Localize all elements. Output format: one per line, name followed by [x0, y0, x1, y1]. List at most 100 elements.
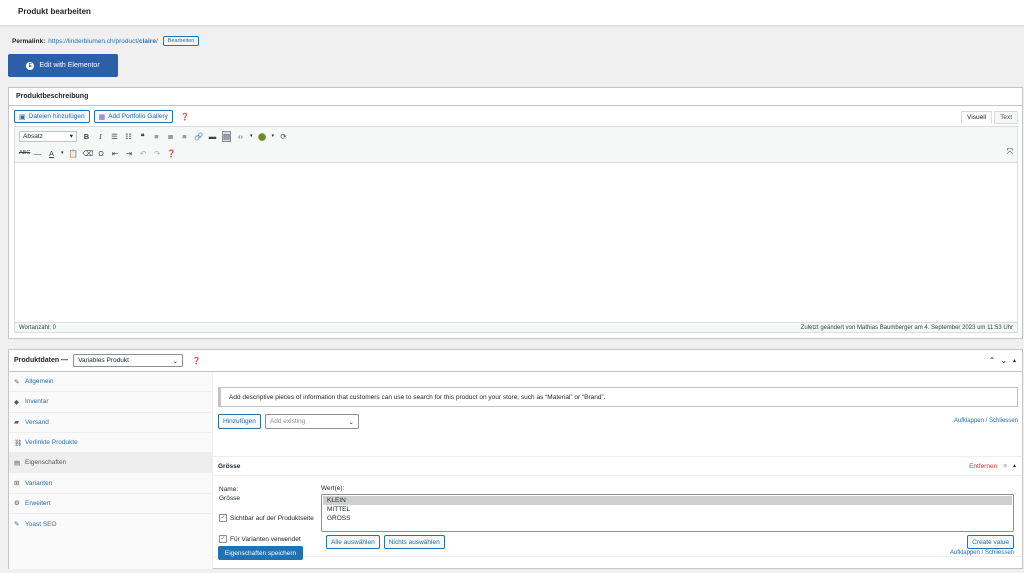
tab-allgemein[interactable]: ✎ Allgemein [9, 372, 212, 393]
tab-verlinkte-produkte[interactable]: ⛓ Verlinkte Produkte [9, 433, 212, 454]
divider [213, 556, 1022, 557]
add-media-button[interactable]: ▣ Dateien hinzufügen [14, 110, 90, 123]
media-icon: ▣ [19, 113, 26, 121]
remove-attribute-link[interactable]: Entfernen [969, 463, 997, 470]
chevron-down-icon[interactable]: ⌄ [1000, 356, 1007, 365]
numbered-list-icon[interactable]: ☷ [124, 132, 133, 141]
help-icon[interactable]: ❓ [181, 113, 190, 121]
word-count: Wortanzahl: 0 [19, 324, 56, 331]
editor: Absatz ▾ B I ☰ ☷ ❝ ≡ ≣ ≡ 🔗 ▬ ▤ ‹› ▾ ⬤ ▾ ⟳ A… [14, 126, 1018, 333]
expand-link[interactable]: Aufklappen [954, 418, 984, 424]
tab-visual[interactable]: Visuell [961, 111, 993, 124]
bullet-list-icon[interactable]: ☰ [110, 132, 119, 141]
edit-with-elementor-button[interactable]: E Edit with Elementor [8, 54, 118, 77]
last-edited: Zuletzt geändert von Mathias Baumberger … [800, 324, 1013, 331]
description-title: Produktbeschreibung [9, 88, 1022, 106]
align-left-icon[interactable]: ≡ [152, 132, 161, 141]
link-icon: ⛓ [14, 439, 23, 447]
chevron-up-icon[interactable]: ⌃ [989, 356, 996, 365]
elementor-icon: E [26, 61, 35, 70]
product-type-select[interactable]: Variables Produkt ⌄ [73, 354, 184, 367]
collapse-link[interactable]: Schliessen [985, 550, 1014, 556]
permalink-url[interactable]: https://linderblumen.ch/product/claire/ [48, 38, 158, 45]
drag-handle-icon[interactable]: ≡ [1003, 463, 1007, 470]
blockquote-icon[interactable]: ❝ [138, 132, 147, 141]
table-icon: ▤ [14, 459, 21, 467]
editor-content[interactable] [15, 163, 1017, 322]
clear-format-icon[interactable]: ⌫ [83, 149, 94, 158]
collapse-link[interactable]: Schliessen [989, 418, 1018, 424]
italic-icon[interactable]: I [96, 132, 105, 141]
toggle-attribute-icon[interactable]: ▲ [1012, 463, 1017, 469]
paste-text-icon[interactable]: 📋 [69, 149, 78, 158]
values-label: Wert(e): [321, 485, 345, 492]
select-all-button[interactable]: Alle auswählen [326, 535, 380, 549]
expand-collapse-links-bottom: Aufklappen / Schliessen [949, 550, 1014, 556]
plugin-icon[interactable]: ⬤ [258, 132, 267, 141]
variations-checkbox[interactable]: ✓ [219, 535, 227, 543]
editor-status-bar: Wortanzahl: 0 Zuletzt geändert von Mathi… [15, 322, 1017, 332]
name-label: Name: [219, 486, 239, 493]
undo-icon[interactable]: ↶ [139, 149, 148, 158]
visible-checkbox[interactable]: ✓ [219, 514, 227, 522]
select-none-button[interactable]: Nichts auswählen [383, 535, 445, 549]
wrench-icon: ✎ [14, 378, 20, 386]
create-value-button[interactable]: Create value [967, 535, 1014, 549]
page-title: Produkt bearbeiten [18, 7, 91, 16]
indent-icon[interactable]: ⇥ [125, 149, 134, 158]
tab-erweitert[interactable]: ⚙ Erweitert [9, 494, 212, 515]
bold-icon[interactable]: B [82, 132, 91, 141]
align-center-icon[interactable]: ≣ [166, 132, 175, 141]
tab-varianten[interactable]: ⊞ Varianten [9, 473, 212, 494]
variations-checkbox-row[interactable]: ✓ Für Varianten verwendet [219, 535, 301, 543]
value-option[interactable]: GROSS [323, 514, 1012, 523]
editor-toolbar: Absatz ▾ B I ☰ ☷ ❝ ≡ ≣ ≡ 🔗 ▬ ▤ ‹› ▾ ⬤ ▾ ⟳ A… [15, 127, 1017, 163]
value-option[interactable]: MITTEL [323, 505, 1012, 514]
expand-collapse-links-top: Aufklappen / Schliessen [953, 418, 1018, 424]
description-panel: Produktbeschreibung ▣ Dateien hinzufügen… [8, 87, 1023, 339]
product-data-tabs: ✎ Allgemein ◆ Inventar ▰ Versand ⛓ Verlinkte… [9, 372, 213, 569]
permalink-edit-button[interactable]: Bearbeiten [162, 36, 200, 46]
gear-icon: ⚙ [14, 500, 20, 508]
text-color-icon[interactable]: A [47, 149, 56, 158]
value-option[interactable]: KLEIN [323, 496, 1012, 505]
read-more-icon[interactable]: ▬ [208, 132, 217, 141]
attributes-notice: Add descriptive pieces of information th… [218, 387, 1018, 407]
toolbar-toggle-icon[interactable]: ▤ [222, 130, 231, 142]
diamond-icon: ◆ [14, 398, 19, 406]
help-icon[interactable]: ❓ [192, 357, 201, 365]
expand-link[interactable]: Aufklappen [950, 550, 980, 556]
product-data-label: Produktdaten — [14, 357, 69, 364]
values-listbox[interactable]: KLEIN MITTEL GROSS [321, 494, 1014, 532]
tab-versand[interactable]: ▰ Versand [9, 413, 212, 433]
gallery-icon: ▦ [98, 113, 106, 121]
tab-yoast-seo[interactable]: ✎ Yoast SEO [9, 514, 212, 534]
tab-inventar[interactable]: ◆ Inventar [9, 392, 212, 413]
top-bar: Produkt bearbeiten [0, 0, 1024, 26]
fullscreen-icon[interactable]: ⤧ [1007, 147, 1013, 157]
refresh-icon[interactable]: ⟳ [279, 132, 288, 141]
tab-eigenschaften[interactable]: ▤ Eigenschaften [9, 453, 212, 474]
attribute-title: Grösse [218, 462, 241, 470]
visible-checkbox-row[interactable]: ✓ Sichtbar auf der Produktseite [219, 514, 314, 522]
wrench-icon: ✎ [14, 521, 20, 529]
product-data-panel: Produktdaten — Variables Produkt ⌄ ❓ ⌃ ⌄ … [8, 349, 1023, 569]
add-attribute-button[interactable]: Hinzufügen [218, 414, 261, 429]
tab-text[interactable]: Text [994, 111, 1018, 124]
strikethrough-icon[interactable]: ABC [19, 150, 30, 156]
code-icon[interactable]: ‹› [236, 132, 245, 141]
align-right-icon[interactable]: ≡ [180, 132, 189, 141]
add-existing-select[interactable]: Add existing ⌄ [264, 414, 359, 429]
save-attributes-button[interactable]: Eigenschaften speichern [218, 546, 303, 560]
toggle-panel-icon[interactable]: ▲ [1012, 358, 1017, 364]
format-select[interactable]: Absatz ▾ [19, 130, 77, 142]
attribute-header[interactable]: Grösse Entfernen ≡ ▲ [213, 456, 1022, 476]
outdent-icon[interactable]: ⇤ [111, 149, 120, 158]
name-value: Grösse [219, 495, 240, 502]
add-gallery-button[interactable]: ▦ Add Portfolio Gallery [93, 110, 173, 123]
redo-icon[interactable]: ↷ [153, 149, 162, 158]
link-icon[interactable]: 🔗 [194, 132, 203, 141]
horizontal-line-icon[interactable]: — [33, 149, 42, 158]
keyboard-help-icon[interactable]: ❓ [167, 149, 176, 158]
special-char-icon[interactable]: Ω [97, 149, 106, 158]
